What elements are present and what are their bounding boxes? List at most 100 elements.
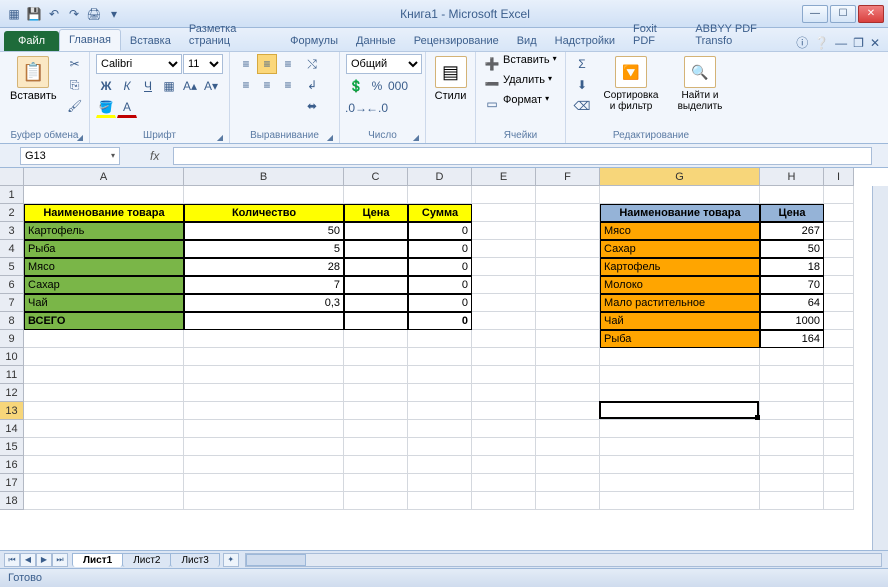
cell[interactable]	[536, 402, 600, 420]
cell[interactable]: ВСЕГО	[24, 312, 184, 330]
cell[interactable]: Мясо	[24, 258, 184, 276]
sheet-nav-last[interactable]: ⏭	[52, 553, 68, 567]
sheet-nav-next[interactable]: ▶	[36, 553, 52, 567]
cell[interactable]	[536, 312, 600, 330]
row-header[interactable]: 10	[0, 348, 24, 366]
tab-addins[interactable]: Надстройки	[546, 31, 624, 51]
column-header[interactable]: I	[824, 168, 854, 186]
cell[interactable]: Мало растительное	[600, 294, 760, 312]
minimize-ribbon-icon[interactable]: ⓘ	[796, 34, 808, 51]
cell[interactable]	[408, 402, 472, 420]
cell[interactable]	[408, 438, 472, 456]
sheet-tab[interactable]: Лист2	[122, 553, 171, 567]
underline-icon[interactable]: Ч	[138, 76, 158, 96]
autosum-icon[interactable]: Σ	[572, 54, 592, 74]
row-header[interactable]: 14	[0, 420, 24, 438]
cell[interactable]	[472, 456, 536, 474]
cell[interactable]	[600, 474, 760, 492]
cell[interactable]	[472, 312, 536, 330]
grow-font-icon[interactable]: A▴	[180, 76, 200, 96]
cell[interactable]: 0,3	[184, 294, 344, 312]
sheet-tab[interactable]: Лист1	[72, 553, 123, 567]
name-box[interactable]: G13 ▾	[20, 147, 120, 165]
cell[interactable]	[760, 402, 824, 420]
cell[interactable]	[760, 456, 824, 474]
cell[interactable]: 0	[408, 276, 472, 294]
tab-insert[interactable]: Вставка	[121, 31, 180, 51]
cell[interactable]	[344, 366, 408, 384]
cell[interactable]	[760, 474, 824, 492]
cell[interactable]	[536, 294, 600, 312]
cell[interactable]	[24, 456, 184, 474]
row-header[interactable]: 15	[0, 438, 24, 456]
clear-icon[interactable]: ⌫	[572, 96, 592, 116]
cell[interactable]	[536, 384, 600, 402]
cell[interactable]	[344, 276, 408, 294]
cell[interactable]	[184, 492, 344, 510]
cell[interactable]: 50	[184, 222, 344, 240]
cell[interactable]	[472, 366, 536, 384]
formula-input[interactable]	[173, 147, 872, 165]
cell[interactable]: Мясо	[600, 222, 760, 240]
sheet-nav-first[interactable]: ⏮	[4, 553, 20, 567]
redo-icon[interactable]: ↷	[66, 6, 82, 22]
cell[interactable]	[472, 420, 536, 438]
row-header[interactable]: 12	[0, 384, 24, 402]
qat-dropdown-icon[interactable]: ▾	[106, 6, 122, 22]
cell[interactable]: 0	[408, 312, 472, 330]
italic-icon[interactable]: К	[117, 76, 137, 96]
cell[interactable]	[408, 420, 472, 438]
inc-decimal-icon[interactable]: .0→	[346, 98, 366, 118]
cell[interactable]	[536, 330, 600, 348]
cell[interactable]: Цена	[344, 204, 408, 222]
cell[interactable]	[472, 402, 536, 420]
cell[interactable]: 0	[408, 258, 472, 276]
tab-foxit[interactable]: Foxit PDF	[624, 19, 686, 51]
cell[interactable]	[536, 366, 600, 384]
cell[interactable]	[344, 348, 408, 366]
sort-filter-button[interactable]: 🔽 Сортировка и фильтр	[596, 54, 666, 114]
cell[interactable]	[472, 258, 536, 276]
select-all-corner[interactable]	[0, 168, 24, 186]
cell[interactable]	[184, 384, 344, 402]
merge-icon[interactable]: ⬌	[302, 96, 322, 116]
cell[interactable]	[536, 348, 600, 366]
cell[interactable]	[344, 420, 408, 438]
cell[interactable]	[472, 204, 536, 222]
column-header[interactable]: D	[408, 168, 472, 186]
cell[interactable]	[600, 456, 760, 474]
cell[interactable]	[184, 402, 344, 420]
cell[interactable]: Наименование товара	[600, 204, 760, 222]
cell[interactable]: Сумма	[408, 204, 472, 222]
doc-close-icon[interactable]: ✕	[870, 36, 880, 50]
align-mid-icon[interactable]: ≡	[257, 54, 277, 74]
align-top-icon[interactable]: ≡	[236, 54, 256, 74]
cell[interactable]	[536, 276, 600, 294]
cell[interactable]	[824, 204, 854, 222]
cell[interactable]	[344, 438, 408, 456]
tab-abbyy[interactable]: ABBYY PDF Transfo	[686, 19, 796, 51]
launcher-icon[interactable]: ◢	[327, 133, 333, 142]
column-header[interactable]: E	[472, 168, 536, 186]
print-icon[interactable]: 🖨	[86, 6, 102, 22]
minimize-button[interactable]: —	[802, 5, 828, 23]
sheet-nav-prev[interactable]: ◀	[20, 553, 36, 567]
cell[interactable]	[536, 492, 600, 510]
cell[interactable]	[760, 438, 824, 456]
cell[interactable]	[760, 366, 824, 384]
cell[interactable]: 50	[760, 240, 824, 258]
cell[interactable]	[472, 330, 536, 348]
tab-view[interactable]: Вид	[508, 31, 546, 51]
worksheet-grid[interactable]: ABCDEFGHI 123456789101112131415161718 На…	[0, 168, 888, 550]
number-format-select[interactable]: Общий	[346, 54, 422, 74]
cell[interactable]	[536, 438, 600, 456]
cell[interactable]	[344, 222, 408, 240]
cell[interactable]: 1000	[760, 312, 824, 330]
paste-button[interactable]: 📋 Вставить	[6, 54, 61, 104]
cell[interactable]	[824, 240, 854, 258]
cell[interactable]: 267	[760, 222, 824, 240]
cell[interactable]	[824, 420, 854, 438]
cell[interactable]	[824, 402, 854, 420]
cell[interactable]	[184, 438, 344, 456]
cell[interactable]	[24, 474, 184, 492]
